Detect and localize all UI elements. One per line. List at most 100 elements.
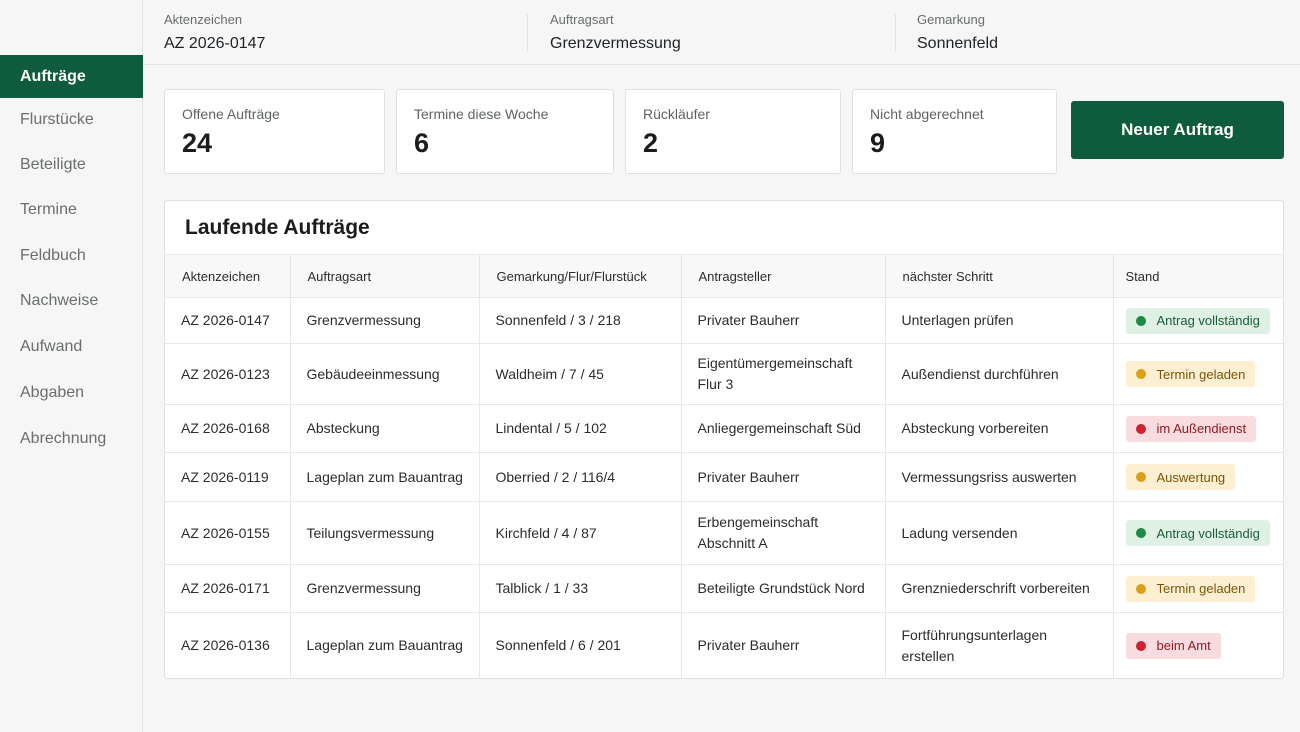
stat-label: Rückläufer	[643, 106, 710, 122]
cell-aktenzeichen: AZ 2026-0136	[165, 612, 291, 678]
table-row[interactable]: AZ 2026-0119 Lageplan zum Bauantrag Ober…	[165, 452, 1283, 502]
cell-aktenzeichen: AZ 2026-0123	[165, 343, 291, 405]
cell-stand: Antrag vollständig	[1113, 501, 1283, 565]
stat-value: 24	[182, 128, 213, 158]
stat-card-offene-auftraege[interactable]: Offene Aufträge 24	[164, 89, 385, 174]
status-badge: beim Amt	[1125, 632, 1221, 659]
status-label: Antrag vollständig	[1156, 525, 1260, 541]
table-row[interactable]: AZ 2026-0147 Grenzvermessung Sonnenfeld …	[165, 297, 1283, 344]
stat-label: Nicht abgerechnet	[870, 106, 984, 122]
header-gemarkung-label: Gemarkung	[917, 12, 985, 27]
cell-aktenzeichen: AZ 2026-0119	[165, 452, 291, 502]
status-dot-icon	[1135, 472, 1146, 482]
sidebar-item-flurstuecke[interactable]: Flurstücke	[0, 98, 143, 141]
cell-auftragsart: Grenzvermessung	[290, 564, 480, 613]
cell-aktenzeichen: AZ 2026-0168	[165, 404, 291, 453]
cell-naechster-schritt: Fortführungsunterlagen erstellen	[885, 612, 1114, 678]
cell-naechster-schritt: Unterlagen prüfen	[885, 297, 1114, 344]
header-aktenzeichen: Aktenzeichen AZ 2026-0147	[164, 12, 265, 53]
table-row[interactable]: AZ 2026-0155 Teilungsvermessung Kirchfel…	[165, 501, 1283, 565]
status-label: Antrag vollständig	[1156, 313, 1260, 328]
header-aktenzeichen-label: Aktenzeichen	[164, 12, 243, 27]
status-badge: Auswertung	[1125, 464, 1236, 490]
cell-auftragsart: Lageplan zum Bauantrag	[290, 452, 480, 502]
cell-aktenzeichen: AZ 2026-0171	[165, 564, 291, 613]
header-divider	[527, 14, 528, 52]
stat-label: Offene Aufträge	[182, 106, 280, 122]
header-auftragsart-label: Auftragsart	[550, 12, 614, 27]
cell-naechster-schritt: Grenzniederschrift vorbereiten	[885, 564, 1114, 613]
sidebar: Aufträge Flurstücke Beteiligte Termine F…	[0, 0, 143, 732]
sidebar-item-beteiligte[interactable]: Beteiligte	[0, 143, 143, 186]
stat-label: Termine diese Woche	[414, 106, 549, 122]
cell-gemarkung: Talblick / 1 / 33	[479, 564, 682, 613]
cell-auftragsart: Absteckung	[290, 404, 480, 453]
table-row[interactable]: AZ 2026-0136 Lageplan zum Bauantrag Sonn…	[165, 612, 1283, 678]
cell-antragsteller: Privater Bauherr	[681, 612, 886, 678]
cell-gemarkung: Sonnenfeld / 6 / 201	[479, 612, 682, 678]
status-label: im Außendienst	[1156, 421, 1247, 436]
stat-value: 2	[643, 128, 659, 158]
status-dot-icon	[1135, 528, 1146, 538]
status-label: Auswertung	[1156, 469, 1226, 485]
case-header: Aktenzeichen AZ 2026-0147 Auftragsart Gr…	[144, 0, 1300, 65]
cell-gemarkung: Sonnenfeld / 3 / 218	[479, 297, 682, 344]
column-header-auftragsart[interactable]: Auftragsart	[290, 254, 480, 298]
cell-stand: Auswertung	[1113, 452, 1283, 502]
cell-stand: Termin geladen	[1113, 343, 1283, 405]
stat-card-termine-diese-woche[interactable]: Termine diese Woche 6	[396, 89, 614, 174]
column-header-aktenzeichen[interactable]: Aktenzeichen	[165, 254, 291, 298]
header-aktenzeichen-value: AZ 2026-0147	[164, 35, 266, 52]
status-dot-icon	[1135, 640, 1146, 651]
cell-aktenzeichen: AZ 2026-0147	[165, 297, 291, 344]
column-header-antragsteller[interactable]: Antragsteller	[681, 254, 886, 298]
table-row[interactable]: AZ 2026-0123 Gebäudeeinmessung Waldheim …	[165, 343, 1283, 405]
stat-card-nicht-abgerechnet[interactable]: Nicht abgerechnet 9	[852, 89, 1057, 174]
cell-stand: Termin geladen	[1113, 564, 1283, 613]
stat-card-ruecklaeufer[interactable]: Rückläufer 2	[625, 89, 841, 174]
cell-antragsteller: Privater Bauherr	[681, 452, 886, 502]
table-row[interactable]: AZ 2026-0171 Grenzvermessung Talblick / …	[165, 564, 1283, 613]
orders-panel: Laufende Aufträge Aktenzeichen Auftragsa…	[164, 200, 1284, 679]
cell-aktenzeichen: AZ 2026-0155	[165, 501, 291, 565]
panel-title: Laufende Aufträge	[185, 216, 370, 239]
sidebar-item-abrechnung[interactable]: Abrechnung	[0, 417, 143, 460]
cell-antragsteller: Privater Bauherr	[681, 297, 886, 344]
cell-stand: beim Amt	[1113, 612, 1283, 678]
column-header-stand[interactable]: Stand	[1113, 254, 1283, 298]
cell-auftragsart: Gebäudeeinmessung	[290, 343, 480, 405]
status-dot-icon	[1135, 315, 1146, 326]
cell-stand: im Außendienst	[1113, 404, 1283, 453]
sidebar-item-aufwand[interactable]: Aufwand	[0, 325, 143, 368]
sidebar-item-nachweise[interactable]: Nachweise	[0, 279, 143, 322]
column-header-naechster-schritt[interactable]: nächster Schritt	[885, 254, 1114, 298]
status-badge: Antrag vollständig	[1125, 520, 1270, 546]
header-auftragsart: Auftragsart Grenzvermessung	[550, 12, 681, 53]
table-header-row: Aktenzeichen Auftragsart Gemarkung/Flur/…	[165, 254, 1283, 298]
status-dot-icon	[1135, 423, 1146, 434]
stat-value: 6	[414, 128, 430, 158]
sidebar-item-auftraege[interactable]: Aufträge	[0, 55, 143, 98]
header-divider	[895, 14, 896, 52]
cell-auftragsart: Grenzvermessung	[290, 297, 480, 344]
new-order-button[interactable]: Neuer Auftrag	[1071, 101, 1284, 159]
table-row[interactable]: AZ 2026-0168 Absteckung Lindental / 5 / …	[165, 404, 1283, 453]
cell-antragsteller: Beteiligte Grundstück Nord	[681, 564, 886, 613]
cell-naechster-schritt: Ladung versenden	[885, 501, 1114, 565]
cell-naechster-schritt: Vermessungsriss auswerten	[885, 452, 1114, 502]
cell-antragsteller: Erbengemeinschaft Abschnitt A	[681, 501, 886, 565]
status-dot-icon	[1135, 583, 1146, 594]
header-gemarkung-value: Sonnenfeld	[917, 35, 998, 52]
stat-value: 9	[870, 128, 886, 158]
sidebar-item-termine[interactable]: Termine	[0, 188, 143, 231]
cell-gemarkung: Oberried / 2 / 116/4	[479, 452, 682, 502]
status-badge: im Außendienst	[1125, 415, 1257, 442]
sidebar-item-abgaben[interactable]: Abgaben	[0, 371, 143, 414]
sidebar-item-feldbuch[interactable]: Feldbuch	[0, 234, 143, 277]
cell-naechster-schritt: Absteckung vorbereiten	[885, 404, 1114, 453]
cell-auftragsart: Teilungsvermessung	[290, 501, 480, 565]
column-header-gemarkung[interactable]: Gemarkung/Flur/Flurstück	[479, 254, 682, 298]
cell-auftragsart: Lageplan zum Bauantrag	[290, 612, 480, 678]
cell-gemarkung: Lindental / 5 / 102	[479, 404, 682, 453]
status-badge: Antrag vollständig	[1125, 307, 1270, 334]
